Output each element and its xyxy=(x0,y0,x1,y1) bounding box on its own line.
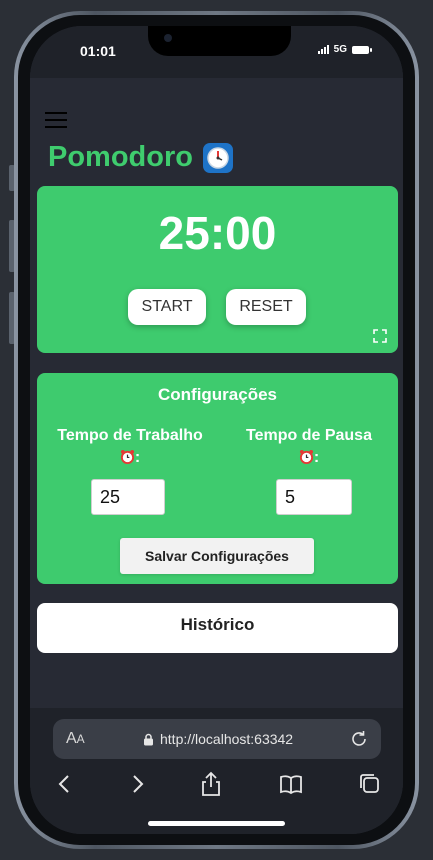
pause-time-label-suffix: : xyxy=(313,449,320,466)
signal-icon xyxy=(317,45,329,54)
network-label: 5G xyxy=(333,44,347,55)
work-time-label: Tempo de Trabalho : xyxy=(45,425,215,469)
address-bar[interactable]: AA http://localhost:63342 xyxy=(53,719,381,759)
timer-clock-icon xyxy=(203,142,233,173)
phone-screen: 01:01 5G Pomodoro 25:00 START RESET Conf… xyxy=(30,26,403,834)
share-icon[interactable] xyxy=(198,770,224,798)
alarm-clock-icon xyxy=(120,449,134,464)
notch xyxy=(148,26,291,56)
forward-icon[interactable] xyxy=(124,770,150,798)
tabs-icon[interactable] xyxy=(356,770,382,798)
reset-button[interactable]: RESET xyxy=(226,289,306,325)
status-time: 01:01 xyxy=(80,43,116,59)
browser-toolbar: AA http://localhost:63342 xyxy=(30,708,403,834)
work-time-label-text: Tempo de Trabalho xyxy=(57,427,203,444)
url-display: http://localhost:63342 xyxy=(143,731,293,747)
text-size-small-label: A xyxy=(76,732,85,746)
bookmarks-icon[interactable] xyxy=(278,770,304,798)
timer-display: 25:00 xyxy=(158,207,277,259)
lock-icon xyxy=(144,733,153,745)
hamburger-icon[interactable] xyxy=(45,109,67,131)
work-time-label-suffix: : xyxy=(134,449,141,466)
pause-time-label-text: Tempo de Pausa xyxy=(246,427,372,444)
pause-time-input[interactable] xyxy=(276,479,352,515)
history-title: Histórico xyxy=(180,615,255,634)
status-bar: 01:01 5G xyxy=(30,26,403,78)
fullscreen-icon[interactable] xyxy=(373,329,387,343)
page-content: Pomodoro 25:00 START RESET Configurações… xyxy=(30,78,403,708)
title-row: Pomodoro xyxy=(48,141,233,174)
alarm-clock-icon xyxy=(299,449,313,464)
battery-icon xyxy=(352,45,372,54)
page-title: Pomodoro xyxy=(48,141,193,173)
history-panel[interactable]: Histórico xyxy=(37,603,398,653)
start-button[interactable]: START xyxy=(128,289,206,325)
url-text: http://localhost:63342 xyxy=(160,731,294,747)
text-size-button[interactable]: AA xyxy=(66,730,85,748)
phone-device: 01:01 5G Pomodoro 25:00 START RESET Conf… xyxy=(0,0,433,860)
reload-icon[interactable] xyxy=(349,729,369,749)
settings-card: Configurações Tempo de Trabalho : Tempo … xyxy=(37,373,398,584)
settings-title: Configurações xyxy=(157,385,278,404)
pause-time-label: Tempo de Pausa : xyxy=(224,425,394,469)
work-time-input[interactable] xyxy=(91,479,165,515)
text-size-label: A xyxy=(66,730,77,747)
status-indicators: 5G xyxy=(317,44,372,55)
save-settings-button[interactable]: Salvar Configurações xyxy=(120,538,314,574)
timer-card: 25:00 START RESET xyxy=(37,186,398,353)
browser-nav xyxy=(30,770,403,802)
camera xyxy=(164,34,172,42)
back-icon[interactable] xyxy=(52,770,78,798)
home-indicator[interactable] xyxy=(148,821,285,826)
